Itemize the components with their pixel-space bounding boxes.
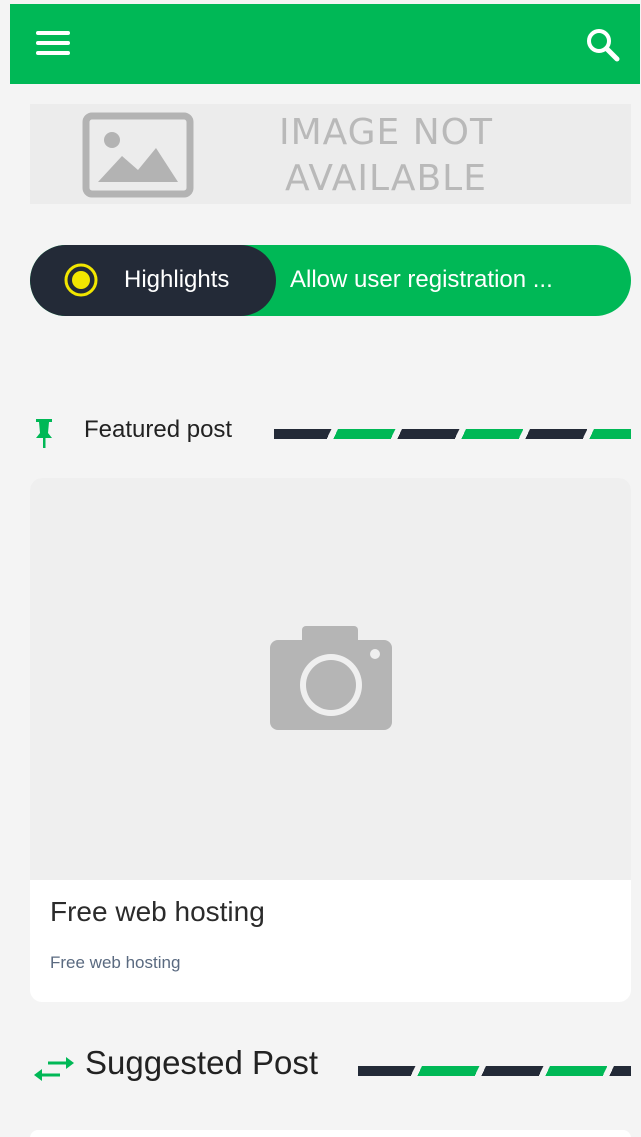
top-app-bar [10, 4, 640, 84]
highlights-label: Highlights [124, 266, 230, 293]
featured-post-title: Featured post [84, 416, 233, 443]
featured-post-link-subtitle[interactable]: Free web hosting [50, 953, 180, 973]
swap-arrows-icon [34, 1056, 74, 1087]
hamburger-menu-icon[interactable] [36, 31, 72, 61]
suggested-post-title: Suggested Post [85, 1044, 318, 1081]
pin-icon [34, 419, 54, 454]
search-icon[interactable] [584, 26, 622, 64]
featured-post-heading: Featured post [30, 413, 631, 453]
decorative-stripes [358, 1066, 631, 1076]
featured-post-card[interactable]: Free web hosting Free web hosting [30, 478, 631, 1002]
image-placeholder-icon [82, 112, 194, 198]
image-not-available-banner: IMAGE NOT AVAILABLE [30, 104, 631, 204]
featured-post-image[interactable] [30, 478, 631, 880]
ticker-headline-link[interactable]: Allow user registration ... [290, 266, 553, 294]
image-not-available-text: IMAGE NOT AVAILABLE [256, 110, 516, 202]
image-not-available-line-1: IMAGE NOT [278, 112, 493, 153]
suggested-post-heading: Suggested Post [30, 1044, 631, 1084]
camera-icon [270, 626, 392, 732]
next-post-card[interactable] [30, 1130, 631, 1137]
pulse-dot-icon [64, 263, 98, 297]
featured-post-link-title[interactable]: Free web hosting [50, 896, 265, 928]
highlights-ticker: Highlights Allow user registration ... [30, 245, 631, 316]
image-not-available-line-2: AVAILABLE [285, 158, 487, 199]
highlights-label-pill: Highlights [30, 245, 276, 316]
page: IMAGE NOT AVAILABLE Highlights Allow use… [0, 0, 641, 1137]
decorative-stripes [274, 429, 631, 439]
